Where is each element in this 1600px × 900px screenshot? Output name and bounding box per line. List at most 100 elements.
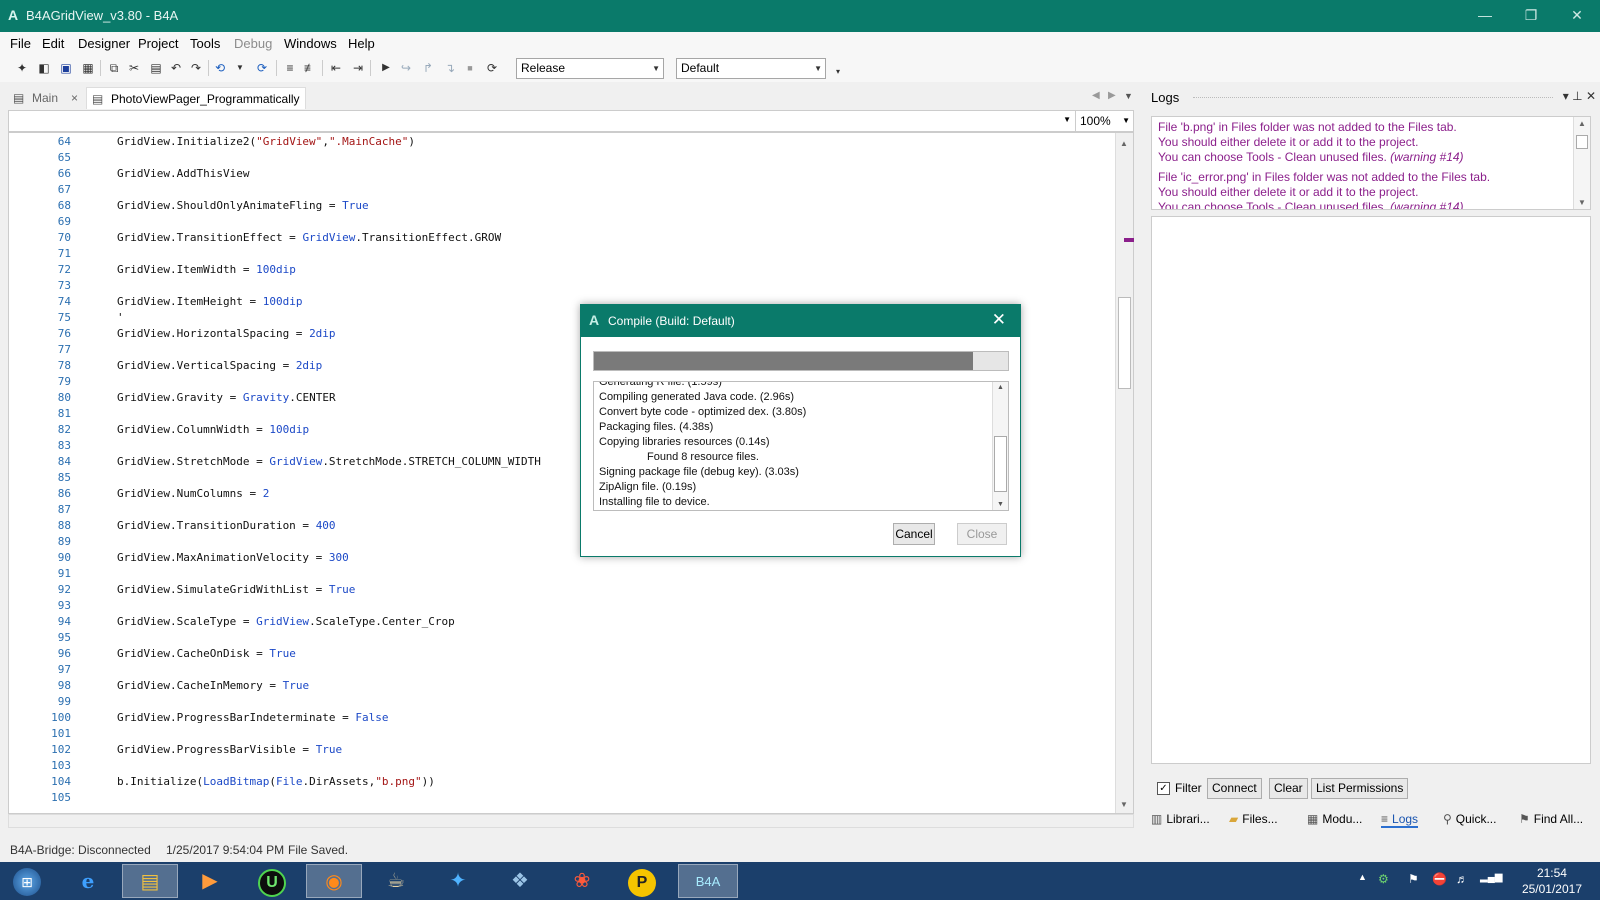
navigate-forward-icon[interactable]: ⟳ — [254, 60, 270, 76]
show-hidden-icons-icon[interactable]: ▲ — [1358, 872, 1367, 882]
warning-tag[interactable]: (warning #14) — [1390, 150, 1463, 164]
zoom-select[interactable]: 100% ▼ — [1075, 111, 1133, 131]
code-line[interactable]: GridView.NumColumns = 2 — [117, 487, 269, 503]
back-dropdown-icon[interactable]: ▼ — [232, 60, 248, 76]
code-line[interactable]: GridView.ColumnWidth = 100dip — [117, 423, 309, 439]
code-line[interactable]: GridView.ProgressBarVisible = True — [117, 743, 342, 759]
warnings-list[interactable]: File 'b.png' in Files folder was not add… — [1151, 116, 1591, 210]
build-target-select[interactable]: Default ▼ — [676, 58, 826, 79]
outdent-icon[interactable]: ⇥ — [350, 60, 366, 76]
code-line[interactable]: GridView.ScaleType = GridView.ScaleType.… — [117, 615, 455, 631]
tab-libraries[interactable]: ▥ Librari... — [1151, 812, 1210, 826]
copy-icon[interactable]: ⧉ — [106, 60, 122, 76]
tab-logs[interactable]: ≡ Logs — [1381, 812, 1419, 828]
code-line[interactable]: GridView.ShouldOnlyAnimateFling = True — [117, 199, 369, 215]
warning-marker[interactable] — [1124, 238, 1134, 242]
menu-windows[interactable]: Windows — [284, 36, 337, 51]
cut-icon[interactable]: ✂ — [126, 60, 142, 76]
code-line[interactable]: GridView.ItemHeight = 100dip — [117, 295, 302, 311]
ccleaner-icon[interactable]: ❀ — [554, 864, 610, 898]
warnings-scrollbar[interactable]: ▲ ▼ — [1573, 117, 1590, 209]
save-icon[interactable]: ▣ — [58, 60, 74, 76]
scroll-tabs-right-icon[interactable]: ▶ — [1108, 90, 1116, 101]
network-status-icon[interactable]: ⚙ — [1378, 872, 1389, 886]
list-permissions-button[interactable]: List Permissions — [1311, 778, 1409, 799]
code-line[interactable]: GridView.StretchMode = GridView.StretchM… — [117, 455, 541, 471]
code-line[interactable]: b.Initialize(LoadBitmap(File.DirAssets,"… — [117, 775, 435, 791]
tab-find-all[interactable]: ⚑ Find All... — [1519, 812, 1583, 826]
build-config-select[interactable]: Release ▼ — [516, 58, 664, 79]
filter-checkbox[interactable]: ✓ — [1157, 782, 1170, 795]
scroll-down-icon[interactable]: ▼ — [997, 501, 1004, 508]
code-line[interactable]: GridView.ItemWidth = 100dip — [117, 263, 296, 279]
close-window-button[interactable]: ✕ — [1554, 0, 1600, 32]
java-icon[interactable]: ☕ — [368, 864, 424, 898]
cancel-button[interactable]: Cancel — [893, 523, 935, 545]
p-app-icon[interactable]: P — [614, 864, 670, 898]
navigate-back-icon[interactable]: ⟲ — [212, 60, 228, 76]
file-explorer-icon[interactable]: ▤ — [122, 864, 178, 898]
tab-quick-search[interactable]: ⚲ Quick... — [1443, 812, 1496, 826]
code-line[interactable]: GridView.VerticalSpacing = 2dip — [117, 359, 322, 375]
scrollbar-thumb[interactable] — [994, 436, 1007, 492]
code-line[interactable]: GridView.Gravity = Gravity.CENTER — [117, 391, 336, 407]
save-all-icon[interactable]: ▦ — [80, 60, 96, 76]
scroll-up-icon[interactable]: ▲ — [997, 384, 1004, 391]
code-line[interactable]: GridView.ProgressBarIndeterminate = Fals… — [117, 711, 389, 727]
firefox-icon[interactable]: ◉ — [306, 864, 362, 898]
paste-icon[interactable]: ▤ — [148, 60, 164, 76]
indent-icon[interactable]: ⇤ — [328, 60, 344, 76]
compile-log-scrollbar[interactable]: ▲ ▼ — [992, 382, 1008, 510]
clear-button[interactable]: Clear — [1269, 778, 1308, 799]
editor-vertical-scrollbar[interactable]: ▲ ▼ — [1115, 133, 1133, 813]
internet-explorer-icon[interactable]: e — [60, 864, 116, 898]
uncomment-block-icon[interactable]: ≢ — [302, 60, 318, 76]
code-line[interactable]: GridView.CacheOnDisk = True — [117, 647, 296, 663]
scroll-down-icon[interactable]: ▼ — [1120, 800, 1128, 809]
close-tab-icon[interactable]: × — [71, 87, 78, 109]
minimize-button[interactable]: — — [1462, 0, 1508, 32]
network-tool-icon[interactable]: ❖ — [492, 864, 548, 898]
u-app-icon[interactable]: U — [244, 864, 300, 898]
signal-strength-icon[interactable]: ▂▄▆ — [1480, 872, 1502, 883]
menu-edit[interactable]: Edit — [42, 36, 64, 51]
code-line[interactable]: GridView.SimulateGridWithList = True — [117, 583, 355, 599]
action-center-flag-icon[interactable]: ⚑ — [1408, 872, 1419, 886]
compile-log[interactable]: ▲ ▼ Generating R file. (1.59s) Compiling … — [593, 381, 1009, 511]
close-icon[interactable]: ✕ — [992, 310, 1006, 330]
code-line[interactable]: GridView.Initialize2("GridView",".MainCa… — [117, 135, 415, 151]
media-player-icon[interactable]: ▶ — [182, 864, 238, 898]
comment-block-icon[interactable]: ≡ — [282, 60, 298, 76]
tab-photoviewpager[interactable]: ▤ PhotoViewPager_Programmatically — [86, 87, 306, 109]
restart-icon[interactable]: ⟳ — [484, 60, 500, 76]
scrollbar-thumb[interactable] — [1118, 297, 1131, 389]
code-line[interactable]: GridView.MaxAnimationVelocity = 300 — [117, 551, 349, 567]
connect-button[interactable]: Connect — [1207, 778, 1262, 799]
scroll-tabs-left-icon[interactable]: ◀ — [1092, 90, 1100, 101]
code-line[interactable]: GridView.TransitionDuration = 400 — [117, 519, 336, 535]
code-line[interactable]: GridView.TransitionEffect = GridView.Tra… — [117, 231, 501, 247]
redo-icon[interactable]: ↷ — [188, 60, 204, 76]
menu-tools[interactable]: Tools — [190, 36, 220, 51]
undo-icon[interactable]: ↶ — [168, 60, 184, 76]
volume-icon[interactable]: ♬ — [1456, 872, 1468, 886]
menu-designer[interactable]: Designer — [78, 36, 130, 51]
scroll-down-icon[interactable]: ▼ — [1578, 198, 1586, 207]
tab-modules[interactable]: ▦ Modu... — [1307, 812, 1362, 826]
restore-button[interactable]: ❐ — [1508, 0, 1554, 32]
tab-files[interactable]: ▰ Files... — [1229, 812, 1278, 826]
tab-list-dropdown-icon[interactable]: ▼ — [1124, 91, 1133, 101]
code-line[interactable]: GridView.CacheInMemory = True — [117, 679, 309, 695]
menu-file[interactable]: File — [10, 36, 31, 51]
start-button[interactable]: ⊞ — [2, 864, 52, 898]
log-output[interactable] — [1151, 216, 1591, 764]
warning-tag[interactable]: (warning #14) — [1390, 200, 1463, 209]
menu-help[interactable]: Help — [348, 36, 375, 51]
new-file-icon[interactable]: ✦ — [14, 60, 30, 76]
sub-navigation-dropdown[interactable]: ▼ — [9, 111, 1075, 131]
panel-window-buttons[interactable]: ▾ ⊥ ✕ — [1563, 89, 1596, 103]
toolbar-overflow-icon[interactable]: ▾ — [830, 64, 846, 80]
scrollbar-thumb[interactable] — [1576, 135, 1588, 149]
tab-main[interactable]: ▤ Main × — [8, 87, 82, 109]
code-line[interactable]: ' — [117, 311, 124, 327]
